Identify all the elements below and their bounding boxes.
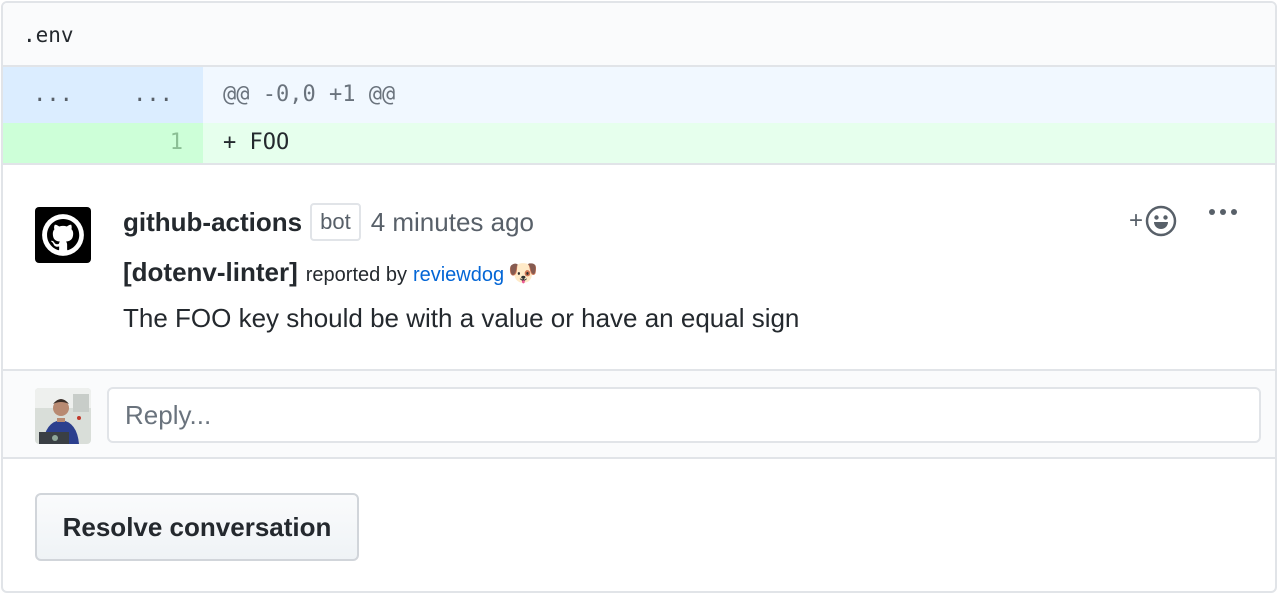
linter-name: [dotenv-linter] (123, 257, 298, 287)
kebab-menu-icon[interactable] (1209, 209, 1237, 215)
diff-added-line: 1 + FOO (3, 123, 1275, 165)
reported-by-label: reported by (305, 264, 407, 286)
added-line-code: + FOO (223, 130, 290, 155)
review-thread: .env ... ... @@ -0,0 +1 @@ 1 + FOO githu… (1, 1, 1277, 593)
comment-header: github-actions bot 4 minutes ago (123, 203, 534, 241)
file-name[interactable]: .env (23, 23, 74, 47)
bot-avatar[interactable] (35, 207, 91, 263)
file-header: .env (3, 3, 1275, 67)
smiley-icon (1145, 205, 1177, 237)
add-reaction-button[interactable]: + (1129, 205, 1177, 237)
comment-body: The FOO key should be with a value or ha… (123, 303, 800, 333)
hunk-expand-left[interactable]: ... (3, 67, 103, 123)
github-octocat-icon (42, 214, 84, 256)
resolve-conversation-button[interactable]: Resolve conversation (35, 493, 359, 561)
user-photo-icon (35, 388, 91, 444)
user-avatar[interactable] (35, 388, 91, 444)
hunk-header: @@ -0,0 +1 @@ (223, 82, 396, 107)
comment-author[interactable]: github-actions (123, 207, 302, 238)
diff-hunk-row: ... ... @@ -0,0 +1 @@ (3, 67, 1275, 123)
plus-icon: + (1129, 207, 1144, 234)
bot-badge: bot (310, 203, 361, 241)
comment-source-line: [dotenv-linter] reported by reviewdog 🐶 (123, 257, 538, 288)
comment-timestamp[interactable]: 4 minutes ago (371, 207, 534, 238)
reviewdog-link[interactable]: reviewdog (413, 264, 504, 287)
reply-row (3, 369, 1275, 459)
review-comment: github-actions bot 4 minutes ago + [dote… (3, 165, 1275, 369)
reply-input[interactable] (107, 387, 1261, 443)
new-line-number[interactable]: 1 (103, 123, 203, 163)
dog-emoji-icon: 🐶 (508, 260, 538, 287)
old-line-number (3, 123, 103, 163)
hunk-expand-right[interactable]: ... (103, 67, 203, 123)
